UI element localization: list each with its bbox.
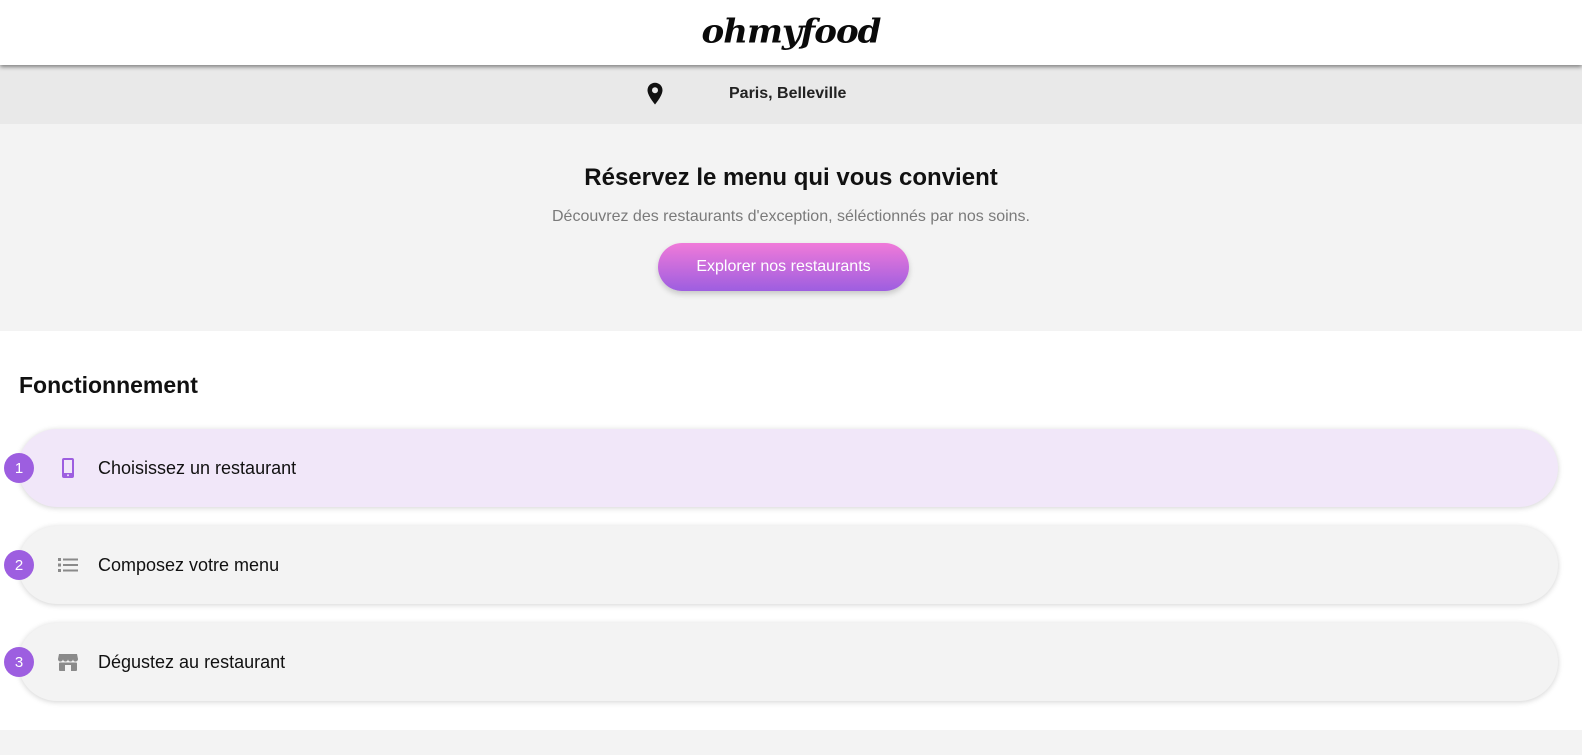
explore-restaurants-button[interactable]: Explorer nos restaurants <box>658 243 909 291</box>
step-item-choose-restaurant: Choisissez un restaurant <box>18 429 1558 507</box>
step-label: Composez votre menu <box>98 555 280 575</box>
next-section-strip <box>0 730 1582 755</box>
step-number-badge: 2 <box>4 550 34 580</box>
logo[interactable]: ohmyfood <box>702 13 882 51</box>
step-number-badge: 1 <box>4 453 34 483</box>
section-title: Fonctionnement <box>19 372 198 398</box>
map-pin-icon <box>647 82 663 105</box>
list-icon <box>58 558 78 572</box>
step-item-taste: Dégustez au restaurant <box>18 623 1558 701</box>
location-bar: Paris, Belleville <box>0 65 1582 124</box>
step-label: Choisissez un restaurant <box>98 458 297 478</box>
smartphone-icon <box>62 458 74 478</box>
hero-section: Réservez le menu qui vous convient Décou… <box>0 124 1582 331</box>
step-item-compose-menu: Composez votre menu <box>18 526 1558 604</box>
location-text: Paris, Belleville <box>729 85 847 102</box>
hero-subtitle: Découvrez des restaurants d'exception, s… <box>552 208 1030 225</box>
site-header: ohmyfood <box>0 0 1582 65</box>
step-label: Dégustez au restaurant <box>98 652 286 672</box>
store-icon <box>58 654 78 671</box>
hero-title: Réservez le menu qui vous convient <box>584 164 998 191</box>
step-number-badge: 3 <box>4 647 34 677</box>
